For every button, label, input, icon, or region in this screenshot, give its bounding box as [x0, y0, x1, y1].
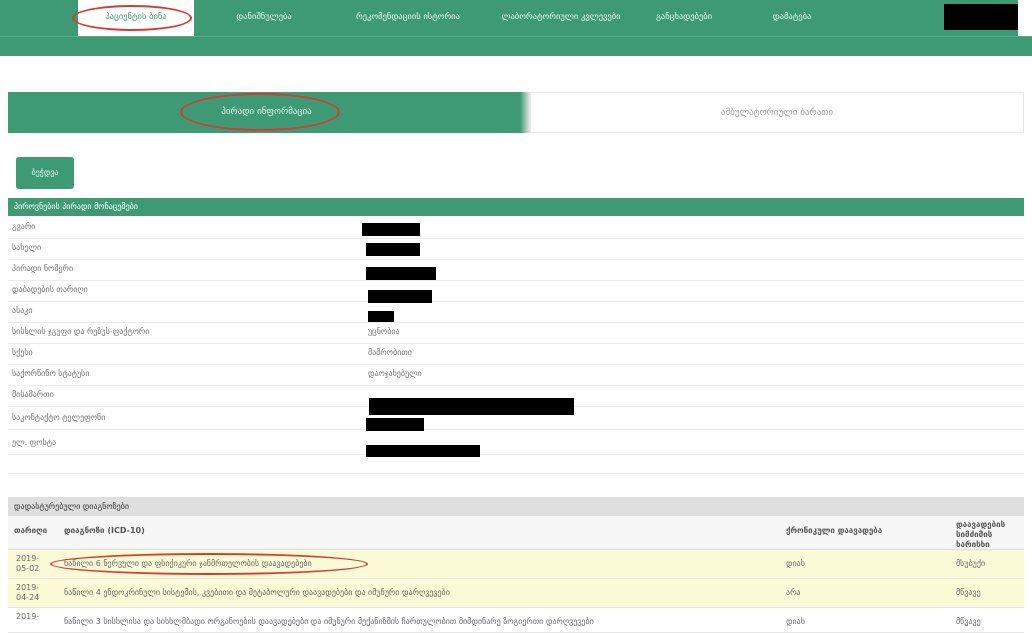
info-row-blood-type: სისხლის ჯგუფი და რეზუს-ფაქტორი უცნობია: [8, 323, 1024, 344]
info-row-email: ელ. ფოსტა: [8, 434, 1024, 457]
info-label: ასაკი: [12, 306, 33, 315]
nav-tab-applications[interactable]: განცხადებები: [636, 0, 732, 36]
row-severity: მწვავე: [956, 617, 981, 626]
row-diagnosis: ნაწილი 4 ენდოკრინული სისტემის, კვებითი დ…: [64, 588, 450, 597]
print-button[interactable]: ბეჭდვა: [16, 157, 74, 189]
info-row-address: მისამართი: [8, 386, 1024, 415]
info-label: მისამართი: [12, 390, 54, 399]
row-date: 2019-05-02: [16, 554, 40, 573]
row-severity: მწვავე: [956, 588, 981, 597]
info-label: საქორწინო სტატუსი: [12, 369, 90, 378]
info-label: სახელი: [12, 243, 42, 252]
nav-tab-recommendation-history[interactable]: რეკომენდაციის ისტორია: [334, 0, 482, 36]
table-row[interactable]: 2019- ნაწილი 3 სისხლისა და სისხლმბადი ორ…: [8, 608, 1024, 633]
nav-tab-prescriptions[interactable]: დანიშნულება: [204, 0, 324, 36]
redacted-value: [366, 418, 424, 431]
info-row-birth-date: დაბადების თარიღი: [8, 281, 1024, 303]
row-chronic: დიახ: [786, 617, 805, 626]
annotation-oval-first-diagnosis: [50, 553, 368, 575]
info-label: დაბადების თარიღი: [12, 285, 88, 294]
column-chronic: ქრონიკული დაავადება: [786, 526, 883, 535]
info-value: დაოჯახებული: [368, 369, 422, 378]
info-row-phone: საკონტაქტო ტელეფონი: [8, 409, 1024, 431]
redacted-value: [366, 243, 420, 256]
diagnoses-header: დადასტურებული დიაგნოზები: [8, 497, 1024, 516]
info-label: გვარი: [12, 222, 36, 231]
redacted-user-block: [944, 4, 1018, 30]
nav-edge: [1018, 0, 1032, 36]
column-date: თარიღი: [14, 526, 48, 535]
row-chronic: არა: [786, 588, 801, 597]
redacted-value: [368, 311, 394, 322]
row-date: 2019-04-24: [16, 583, 40, 602]
row-severity: მსუბუქი: [956, 559, 986, 568]
info-label: სქესი: [12, 348, 33, 357]
sub-navigation-bar: [0, 36, 1032, 56]
tab-outpatient-card[interactable]: ამბულატორიული ბარათი: [530, 92, 1024, 133]
redacted-value: [366, 445, 480, 457]
personal-info-header: პიროვნების პირადი მონაცემები: [8, 198, 1024, 216]
info-value: მამრობითი: [368, 348, 412, 357]
nav-tab-lab-tests[interactable]: ლაბორატორიული კვლევები: [490, 0, 632, 36]
table-row[interactable]: 2019-04-24 ნაწილი 4 ენდოკრინული სისტემის…: [8, 579, 1024, 608]
panel-divider: [8, 466, 1024, 474]
column-severity: დაავადების სიმძიმის ხარისხი: [956, 520, 1006, 549]
annotation-oval-patient-tab: [72, 5, 192, 31]
redacted-value: [366, 267, 436, 280]
info-row-gender: სქესი მამრობითი: [8, 344, 1024, 365]
info-label: ელ. ფოსტა: [12, 438, 57, 447]
nav-tab-add[interactable]: დამატება: [744, 0, 840, 36]
row-diagnosis: ნაწილი 3 სისხლისა და სისხლმბადი ორგანოებ…: [64, 617, 594, 626]
info-value: უცნობია: [368, 327, 400, 336]
info-label: სისხლის ჯგუფი და რეზუს-ფაქტორი: [12, 327, 150, 336]
info-row-age: ასაკი: [8, 302, 1024, 323]
annotation-oval-personal-info-tab: [180, 93, 340, 131]
info-row-marital-status: საქორწინო სტატუსი დაოჯახებული: [8, 365, 1024, 386]
info-row-surname: გვარი: [8, 218, 1024, 239]
diagnoses-column-header: თარიღი დიაგნოზი (ICD-10) ქრონიკული დაავა…: [8, 516, 1024, 550]
info-label: საკონტაქტო ტელეფონი: [12, 413, 106, 422]
row-chronic: დიახ: [786, 559, 805, 568]
row-date: 2019-: [16, 612, 40, 621]
info-row-personal-number: პირადი ნომერი: [8, 260, 1024, 281]
info-label: პირადი ნომერი: [12, 264, 74, 273]
redacted-value: [362, 223, 420, 236]
tab-divider: [520, 92, 530, 133]
column-diagnosis: დიაგნოზი (ICD-10): [64, 526, 145, 535]
info-row-name: სახელი: [8, 239, 1024, 260]
